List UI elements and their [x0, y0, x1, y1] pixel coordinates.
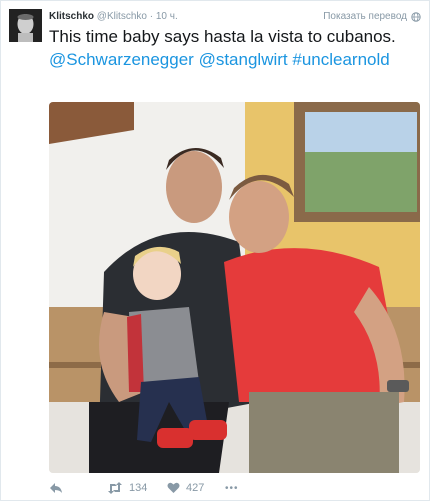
mention-stanglwirt[interactable]: @stanglwirt: [199, 50, 288, 69]
tweet-card: Klitschko @Klitschko · 10 ч. Показать пе…: [0, 0, 430, 501]
user-handle[interactable]: @Klitschko: [97, 11, 147, 22]
mention-schwarzenegger[interactable]: @Schwarzenegger: [49, 50, 194, 69]
tweet-header: Klitschko @Klitschko · 10 ч. Показать пе…: [49, 10, 421, 24]
more-button[interactable]: •••: [225, 480, 239, 496]
tweet-text-plain: This time baby says hasta la vista to cu…: [49, 27, 396, 46]
avatar[interactable]: [9, 9, 42, 42]
like-count: 427: [186, 482, 205, 494]
retweet-icon: [108, 482, 122, 494]
avatar-image: [9, 9, 42, 42]
heart-icon: [167, 482, 180, 493]
hashtag-unclearnold[interactable]: #unclearnold: [292, 50, 389, 69]
reply-button[interactable]: [49, 480, 63, 496]
user-name[interactable]: Klitschko: [49, 11, 94, 22]
retweet-count: 134: [129, 482, 148, 494]
tweet-text: This time baby says hasta la vista to cu…: [49, 25, 419, 71]
separator-dot: ·: [149, 11, 154, 22]
reply-icon: [50, 483, 62, 493]
more-icon: •••: [225, 482, 239, 494]
globe-icon[interactable]: [411, 12, 421, 22]
tweet-photo[interactable]: [49, 102, 420, 473]
like-button[interactable]: 427: [167, 480, 204, 496]
photo-image: [49, 102, 420, 473]
tweet-actions: 134 427 •••: [49, 480, 419, 496]
retweet-button[interactable]: 134: [107, 480, 147, 496]
tweet-time[interactable]: 10 ч.: [156, 11, 178, 22]
translate-link[interactable]: Показать перевод: [323, 10, 407, 24]
